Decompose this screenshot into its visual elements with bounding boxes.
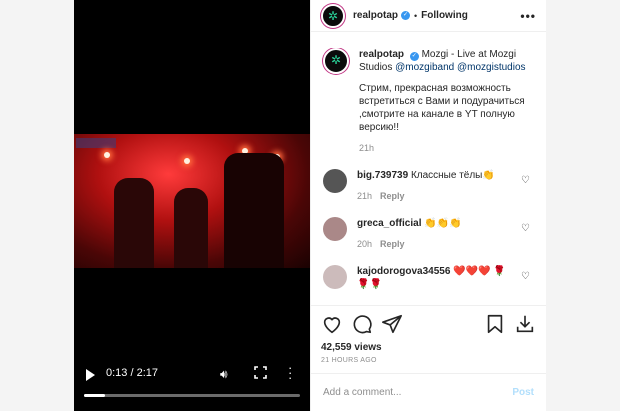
caption: realpotap ✓ Mozgi - Live at Mozgi Studio… [311, 48, 546, 155]
comment-username[interactable]: kajodorogova34556 [357, 266, 450, 277]
download-icon[interactable] [514, 313, 536, 335]
comment-text: Классные тёлы👏 [410, 170, 495, 181]
bookmark-icon[interactable] [484, 313, 506, 335]
verified-icon: ✓ [401, 11, 411, 20]
caption-username[interactable]: realpotap [359, 49, 404, 60]
list-item: big.739739 Классные тёлы👏 21h Reply ♡ [311, 169, 546, 203]
comment-input[interactable]: Add a comment... [323, 387, 401, 398]
avatar[interactable] [323, 265, 347, 289]
post-sidebar: realpotap ✓ • Following ••• realpotap ✓ … [310, 0, 546, 411]
video-frame[interactable] [74, 134, 310, 268]
heart-icon[interactable] [321, 313, 343, 335]
avatar[interactable] [323, 217, 347, 241]
like-comment-icon[interactable]: ♡ [521, 271, 530, 282]
video-progress-bar[interactable] [84, 394, 300, 397]
video-controls: 0:13 / 2:17 🔊︎ · · · [74, 357, 310, 397]
share-icon[interactable] [381, 313, 403, 335]
comment-text: 👏👏👏 [424, 218, 462, 229]
post-actions: 42,559 views 21 HOURS AGO [311, 305, 546, 365]
avatar[interactable] [323, 48, 349, 74]
comment-time[interactable]: 20h [357, 239, 372, 249]
mention-link[interactable]: @mozgistudios [457, 62, 526, 73]
comment-username[interactable]: greca_official [357, 218, 421, 229]
caption-text: Стрим, прекрасная возможность встретитьс… [359, 83, 525, 133]
views-count: 42,559 views [321, 342, 382, 353]
comment-form: Add a comment... Post [311, 373, 546, 411]
post-header: realpotap ✓ • Following ••• [311, 0, 546, 32]
post-button[interactable]: Post [512, 387, 534, 398]
comments-list[interactable]: realpotap ✓ Mozgi - Live at Mozgi Studio… [311, 48, 546, 303]
video-time: 0:13 / 2:17 [106, 367, 158, 379]
comment-username[interactable]: big.739739 [357, 170, 408, 181]
verified-icon: ✓ [409, 52, 419, 61]
list-item: greca_official 👏👏👏 20h Reply ♡ [311, 217, 546, 251]
caption-time[interactable]: 21h [359, 142, 534, 155]
reply-button[interactable]: Reply [380, 239, 405, 249]
header-username[interactable]: realpotap [353, 10, 398, 21]
video-player[interactable]: 0:13 / 2:17 🔊︎ · · · [74, 0, 310, 411]
like-comment-icon[interactable]: ♡ [521, 223, 530, 234]
more-options-icon[interactable]: · · · [288, 361, 294, 384]
play-icon[interactable] [86, 369, 95, 381]
more-options-button[interactable]: ••• [520, 9, 536, 23]
mention-link[interactable]: @mozgiband [395, 62, 454, 73]
volume-icon[interactable]: 🔊︎ [220, 367, 228, 382]
following-button[interactable]: Following [421, 10, 468, 21]
comment-icon[interactable] [351, 313, 373, 335]
avatar[interactable] [323, 169, 347, 193]
post-timestamp: 21 HOURS AGO [321, 357, 377, 364]
list-item: kajodorogova34556 ❤️❤️❤️ 🌹🌹🌹 ♡ [311, 265, 546, 291]
comment-time[interactable]: 21h [357, 191, 372, 201]
avatar[interactable] [321, 3, 345, 28]
separator-dot: • [414, 10, 418, 21]
fullscreen-icon[interactable] [254, 366, 267, 379]
like-comment-icon[interactable]: ♡ [521, 175, 530, 186]
reply-button[interactable]: Reply [380, 191, 405, 201]
video-overlay [76, 138, 116, 148]
